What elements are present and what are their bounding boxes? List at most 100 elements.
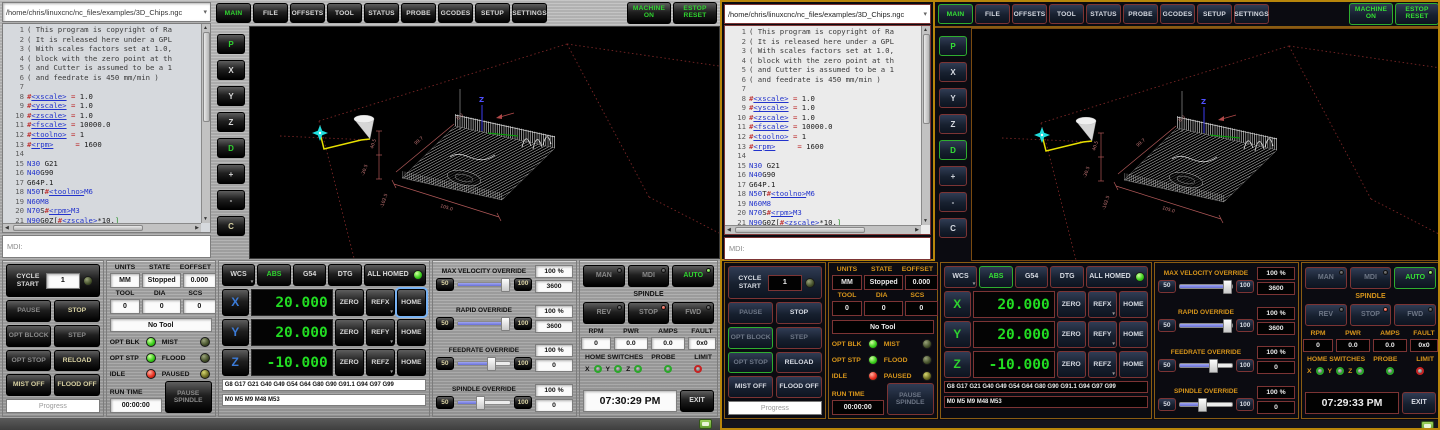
- slider-thumb[interactable]: [1198, 398, 1207, 412]
- gcode-line[interactable]: 13#<rpm> = 1600: [3, 140, 201, 150]
- axis-y-button[interactable]: Y: [944, 321, 971, 348]
- tab-gcodes[interactable]: GCODES: [1160, 4, 1195, 24]
- tab-offsets[interactable]: OFFSETS: [1012, 4, 1047, 24]
- gcode-line[interactable]: 14: [3, 149, 201, 159]
- ref-x-button[interactable]: REFX▾: [1088, 291, 1117, 318]
- rapid-slider[interactable]: [1179, 323, 1233, 328]
- zoom-out-button[interactable]: -: [939, 192, 967, 212]
- gcode-line[interactable]: 15N30 G21: [3, 159, 201, 169]
- opt-stop-button[interactable]: OPT STOP: [6, 350, 51, 372]
- tab-probe[interactable]: PROBE: [401, 3, 436, 23]
- abs-button[interactable]: ABS: [979, 266, 1013, 288]
- override-50-button[interactable]: 50: [1158, 319, 1176, 332]
- feedrate-slider[interactable]: [457, 361, 511, 366]
- gcode-line[interactable]: 16N40G90: [725, 170, 921, 180]
- gcode-line[interactable]: 12#<toolno> = 1: [3, 130, 201, 140]
- tab-file[interactable]: FILE: [253, 3, 288, 23]
- gcode-line[interactable]: 9#<yscale> = 1.0: [3, 101, 201, 111]
- view-x-button[interactable]: X: [217, 60, 245, 80]
- override-100-button[interactable]: 100: [1236, 280, 1254, 293]
- gcode-line[interactable]: 10#<zscale> = 1.0: [3, 111, 201, 121]
- zoom-out-button[interactable]: -: [217, 190, 245, 210]
- horizontal-scrollbar[interactable]: ◀ ▶: [725, 225, 921, 234]
- home-z-button[interactable]: HOME: [397, 349, 426, 376]
- gcode-line[interactable]: 17G64P.1: [725, 180, 921, 190]
- scroll-up-icon[interactable]: ▲: [923, 27, 928, 33]
- tab-settings[interactable]: SETTINGS: [1234, 4, 1269, 24]
- gcode-line[interactable]: 20N70S#<rpm>M3: [725, 208, 921, 218]
- gcode-line[interactable]: 8#<xscale> = 1.0: [725, 94, 921, 104]
- spindle-rev-button[interactable]: REV: [583, 302, 625, 324]
- slider-thumb[interactable]: [1223, 319, 1232, 333]
- exit-button[interactable]: EXIT: [1402, 392, 1436, 414]
- zero-y-button[interactable]: ZERO: [1057, 321, 1086, 348]
- slider-thumb[interactable]: [487, 357, 496, 371]
- reload-button[interactable]: RELOAD: [54, 350, 99, 372]
- gcode-listing[interactable]: 1( This program is copyright of Ra2( It …: [724, 25, 931, 235]
- vertical-scrollbar[interactable]: ▲ ▼: [921, 26, 930, 225]
- tab-settings[interactable]: SETTINGS: [512, 3, 547, 23]
- gcode-line[interactable]: 6( and feedrate is 450 mm/min ): [725, 75, 921, 85]
- horizontal-scroll-thumb[interactable]: [735, 227, 865, 233]
- zero-z-button[interactable]: ZERO: [335, 349, 364, 376]
- spindle-stop-button[interactable]: STOP: [1350, 304, 1392, 326]
- vertical-scroll-thumb[interactable]: [203, 32, 210, 122]
- spindle-slider[interactable]: [457, 400, 511, 405]
- view-perspective-button[interactable]: P: [217, 34, 245, 54]
- mdi-input[interactable]: MDI:: [724, 237, 931, 260]
- tab-gcodes[interactable]: GCODES: [438, 3, 473, 23]
- slider-thumb[interactable]: [1209, 359, 1218, 373]
- gcode-line[interactable]: 7: [725, 84, 921, 94]
- override-100-button[interactable]: 100: [1236, 359, 1254, 372]
- abs-button[interactable]: ABS: [257, 264, 291, 286]
- view-perspective-button[interactable]: P: [939, 36, 967, 56]
- opt-block-button[interactable]: OPT BLOCK: [6, 325, 51, 347]
- override-50-button[interactable]: 50: [436, 317, 454, 330]
- tab-status[interactable]: STATUS: [364, 3, 399, 23]
- zero-z-button[interactable]: ZERO: [1057, 351, 1086, 378]
- gcode-line[interactable]: 21N90G0Z[#<zscale>*10.]: [3, 216, 201, 223]
- dtg-button[interactable]: DTG: [328, 264, 362, 286]
- opt-stop-button[interactable]: OPT STOP: [728, 352, 773, 374]
- clear-path-button[interactable]: C: [939, 218, 967, 238]
- toolpath-viewport[interactable]: 40.5 -30.5 -102.5 105.0 99.7 0.0 Z: [971, 28, 1440, 261]
- estop-reset-button[interactable]: ESTOP RESET: [1395, 3, 1439, 25]
- gcode-line[interactable]: 8#<xscale> = 1.0: [3, 92, 201, 102]
- override-100-button[interactable]: 100: [514, 317, 532, 330]
- spindle-fwd-button[interactable]: FWD: [1394, 304, 1436, 326]
- gcode-line[interactable]: 1( This program is copyright of Ra: [3, 25, 201, 35]
- spindle-fwd-button[interactable]: FWD: [672, 302, 714, 324]
- mist-off-button[interactable]: MIST OFF: [6, 374, 51, 396]
- tab-probe[interactable]: PROBE: [1123, 4, 1158, 24]
- ref-z-button[interactable]: REFZ▾: [1088, 351, 1117, 378]
- gcode-line[interactable]: 12#<toolno> = 1: [725, 132, 921, 142]
- axis-x-button[interactable]: X: [222, 289, 249, 316]
- man-mode-button[interactable]: MAN: [1305, 267, 1347, 289]
- scroll-down-icon[interactable]: ▼: [923, 218, 928, 224]
- override-50-button[interactable]: 50: [1158, 398, 1176, 411]
- mdi-mode-button[interactable]: MDI: [628, 265, 670, 287]
- feedrate-slider[interactable]: [1179, 363, 1233, 368]
- view-z-button[interactable]: Z: [939, 114, 967, 134]
- gcode-line[interactable]: 13#<rpm> = 1600: [725, 142, 921, 152]
- view-dimensions-button[interactable]: D: [217, 138, 245, 158]
- pause-spindle-button[interactable]: PAUSE SPINDLE: [165, 381, 212, 413]
- clear-path-button[interactable]: C: [217, 216, 245, 236]
- view-x-button[interactable]: X: [939, 62, 967, 82]
- home-z-button[interactable]: HOME: [1119, 351, 1148, 378]
- all-homed-button[interactable]: ALL HOMED: [1086, 266, 1148, 288]
- override-100-button[interactable]: 100: [1236, 398, 1254, 411]
- slider-thumb[interactable]: [1223, 280, 1232, 294]
- override-50-button[interactable]: 50: [1158, 359, 1176, 372]
- gcode-line[interactable]: 18N50T#<toolno>M6: [3, 187, 201, 197]
- gcode-line[interactable]: 17G64P.1: [3, 178, 201, 188]
- wcs-dropdown[interactable]: WCS▾: [944, 266, 978, 288]
- exit-button[interactable]: EXIT: [680, 390, 714, 412]
- vertical-scrollbar[interactable]: ▲ ▼: [201, 24, 210, 223]
- machine-on-button[interactable]: MACHINE ON: [1349, 3, 1393, 25]
- zoom-in-button[interactable]: +: [217, 164, 245, 184]
- flood-off-button[interactable]: FLOOD OFF: [54, 374, 99, 396]
- override-100-button[interactable]: 100: [514, 396, 532, 409]
- mdi-input[interactable]: MDI:: [2, 235, 211, 258]
- tab-offsets[interactable]: OFFSETS: [290, 3, 325, 23]
